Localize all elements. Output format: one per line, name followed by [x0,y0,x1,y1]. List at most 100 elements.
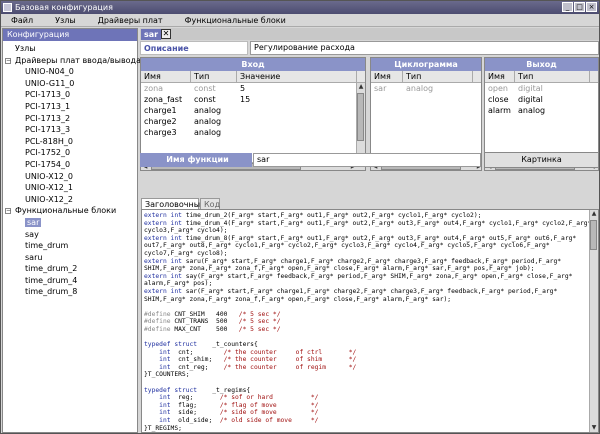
table-row[interactable]: charge2 analog [141,116,365,127]
col-name[interactable]: Имя [371,71,403,82]
config-tree-panel: Конфигурация Узлы − Драйверы плат ввода/вы… [2,28,141,433]
menu-function-blocks[interactable]: Функциональные блоки [175,14,298,26]
cell-type: const [194,95,216,104]
editor-area: sar ✕ Описание Регулирование расхода Вхо… [140,28,599,433]
table-row[interactable]: zona const 5 [141,83,365,94]
col-type[interactable]: Тип [403,71,473,82]
minimize-icon[interactable]: _ [562,2,573,12]
tree-node[interactable]: time_drum_2 [3,263,137,275]
tree-node[interactable]: − Функциональные блоки [3,205,137,217]
cell-name: zona [144,84,164,93]
tree-node[interactable]: PCI-1754_0 [3,159,137,171]
tree-node-label: time_drum_4 [25,275,78,285]
scroll-thumb[interactable] [590,220,597,250]
scroll-up-icon[interactable]: ▲ [357,83,365,91]
table-row[interactable]: close digital [485,94,598,105]
tree-node[interactable]: PCI-1752_0 [3,147,137,159]
cell-name: alarm [488,106,511,115]
app-icon [3,3,12,12]
tree-node[interactable]: say [3,229,137,241]
table-row[interactable]: sar analog [371,83,481,94]
tree-node[interactable]: time_drum [3,240,137,252]
tree-node[interactable]: PCI-1713_2 [3,113,137,125]
tree-node[interactable]: UNIO-X12_0 [3,171,137,183]
tab-sar[interactable]: sar [141,29,162,40]
tree-node[interactable]: UNIO-N04_0 [3,66,137,78]
input-panel-title: Вход [141,58,365,71]
tree-node[interactable]: UNIO-G11_0 [3,78,137,90]
collapse-icon[interactable]: − [5,57,11,64]
maximize-icon[interactable]: □ [574,2,585,12]
cell-name: charge3 [144,128,177,137]
scroll-thumb[interactable] [357,93,364,141]
config-panel-header: Конфигурация [3,29,137,41]
tree-node[interactable]: sar [3,217,137,229]
description-field[interactable]: Регулирование расхода [250,41,599,55]
tree-node-label: saru [25,252,43,262]
close-tab-icon[interactable]: ✕ [161,29,171,39]
menu-nodes[interactable]: Узлы [45,14,88,26]
cell-type: analog [406,84,434,93]
tree-node[interactable]: time_drum_4 [3,275,137,287]
function-name-field[interactable]: sar [253,153,481,167]
description-label: Описание [140,41,248,55]
output-columns: Имя Тип [485,71,598,83]
tree-node-label: Функциональные блоки [15,206,117,216]
col-name[interactable]: Имя [141,71,191,82]
tree-node[interactable]: UNIO-X12_1 [3,182,137,194]
output-rows: open digital close digital alarm analog [485,83,598,116]
cell-type: digital [518,84,543,93]
tree-node[interactable]: PCI-1713_1 [3,101,137,113]
col-type[interactable]: Тип [515,71,590,82]
cell-type: analog [194,117,222,126]
window-title: Базовая конфигурация [15,3,113,12]
tree-node[interactable]: PCI-1713_0 [3,89,137,101]
cell-value [237,127,357,138]
cell-type: analog [518,106,546,115]
tree-node[interactable]: − Драйверы плат ввода/вывода [3,55,141,67]
tree-node-label: PCI-1713_1 [25,101,71,111]
collapse-icon[interactable]: − [5,208,11,215]
scroll-up-icon[interactable]: ▲ [590,210,598,218]
table-row[interactable]: open digital [485,83,598,94]
table-row[interactable]: alarm analog [485,105,598,116]
tree-node[interactable]: Узлы [3,43,137,55]
tree-node[interactable]: time_drum_8 [3,286,137,298]
code-vscroll[interactable]: ▲ ▼ [589,210,598,432]
col-type[interactable]: Тип [191,71,237,82]
cell-value: 15 [240,95,251,104]
tree-node[interactable]: PCI-1713_3 [3,124,137,136]
tree-node[interactable]: saru [3,252,137,264]
table-row[interactable]: charge1 analog [141,105,365,116]
main-window: Базовая конфигурация _ □ × Файл Узлы Дра… [0,0,600,434]
cell-value [237,116,357,127]
tree-node-label: time_drum_8 [25,287,78,297]
scroll-down-icon[interactable]: ▼ [590,424,598,432]
input-rows: zona const 5 zona_fast const 15 charge1 analog c… [141,83,365,138]
cell-type: analog [194,128,222,137]
table-row[interactable]: charge3 analog [141,127,365,138]
close-icon[interactable]: × [586,2,597,12]
cell-name: charge1 [144,106,177,115]
output-panel-title: Выход [485,58,598,71]
col-value[interactable]: Значение [237,71,357,82]
tree-node[interactable]: PCL-818H_0 [3,136,137,148]
tree-node-label: time_drum_2 [25,264,78,274]
tree-node-label: UNIO-X12_0 [25,171,73,181]
code-editor[interactable]: extern int time_drum_2(F_arg* start,F_ar… [141,209,599,433]
menu-drivers[interactable]: Драйверы плат [88,14,175,26]
cell-value: 5 [240,84,246,93]
code-text[interactable]: extern int time_drum_2(F_arg* start,F_ar… [142,210,598,432]
col-name[interactable]: Имя [485,71,515,82]
cell-name: charge2 [144,117,177,126]
cycle-rows: sar analog [371,83,481,94]
cycle-columns: Имя Тип [371,71,481,83]
tree-node-label: PCI-1713_2 [25,113,71,123]
input-vscroll[interactable]: ▲ ▼ [356,83,365,163]
config-tree: Узлы − Драйверы плат ввода/вывода UNIO-N04_… [3,41,141,298]
tree-node-label: say [25,229,39,239]
picture-button[interactable]: Картинка [484,152,599,168]
tree-node[interactable]: UNIO-X12_2 [3,194,137,206]
table-row[interactable]: zona_fast const 15 [141,94,365,105]
menu-file[interactable]: Файл [1,14,45,26]
